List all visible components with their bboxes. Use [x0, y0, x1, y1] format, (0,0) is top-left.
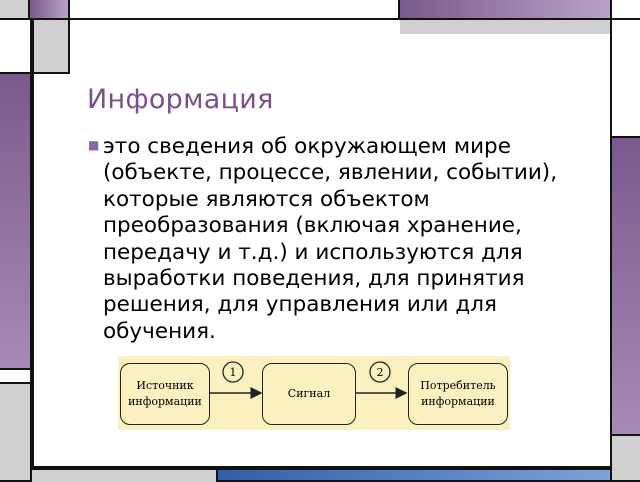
- decor-top-right-corner: [610, 0, 640, 20]
- decor-right-purple-bar: [610, 136, 640, 436]
- signal-box: Сигнал: [262, 363, 356, 425]
- step-2-label: 2: [377, 366, 384, 379]
- consumer-box: Потребитель информации: [408, 363, 508, 425]
- info-flow-diagram: 1 2 Источник информации Сигнал Потребите…: [118, 356, 510, 430]
- bullet-icon: ■: [88, 138, 100, 152]
- source-box: Источник информации: [120, 363, 210, 425]
- decor-right-gray-box: [610, 434, 640, 482]
- decor-top-frame-strip: [68, 0, 400, 20]
- step-1-label: 1: [230, 366, 237, 379]
- decor-top-right-purple-bar: [398, 0, 612, 20]
- decor-left-purple-bar: [0, 72, 32, 370]
- decor-top-left-block: [0, 0, 30, 20]
- decor-left-bottom-gray: [0, 382, 32, 482]
- bullet-text: это сведения об окружающем мире (объекте…: [103, 134, 558, 344]
- slide-title: Информация: [87, 84, 274, 115]
- decor-top-purple-bar: [28, 0, 70, 20]
- decor-left-top-box: [0, 18, 32, 74]
- decor-right-white-box: [610, 18, 640, 138]
